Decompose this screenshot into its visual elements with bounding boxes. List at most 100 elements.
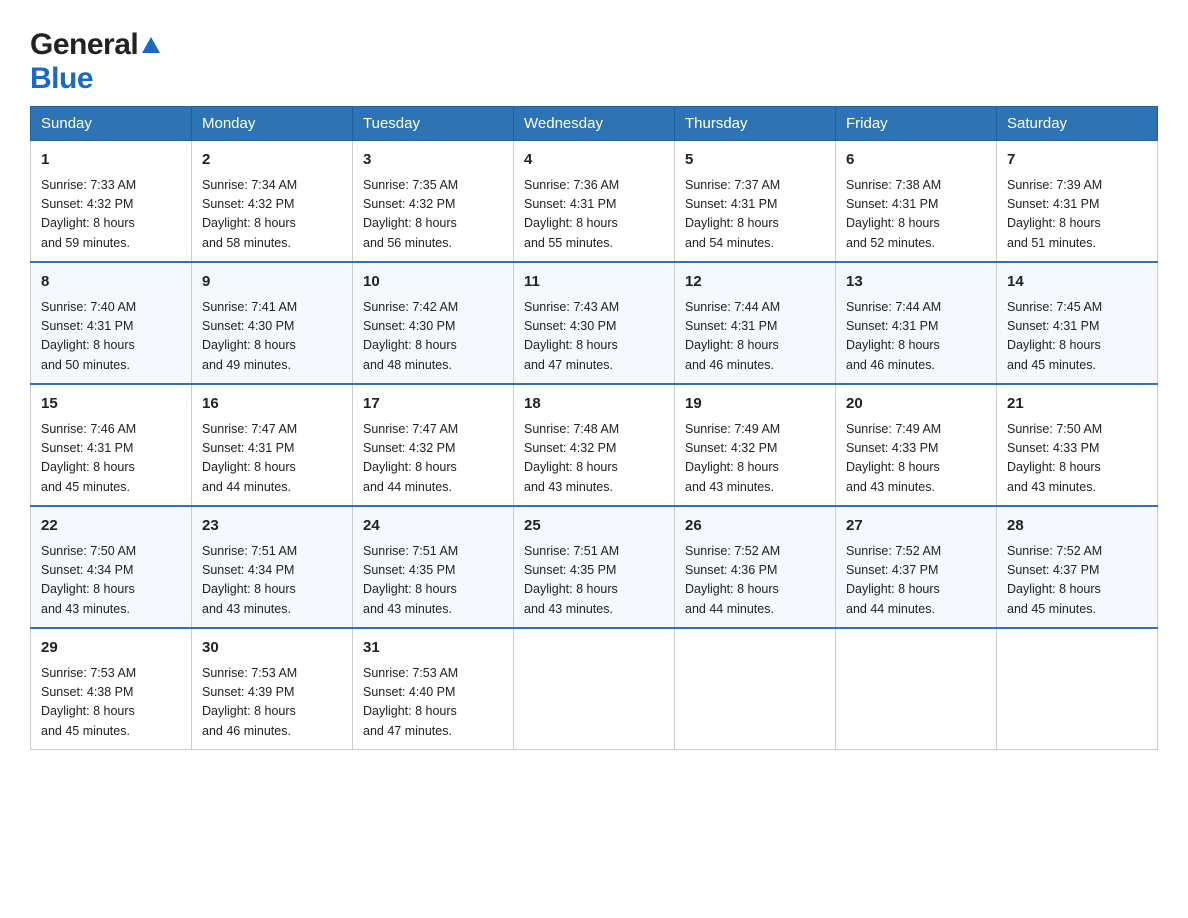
- logo-triangle-icon: [142, 37, 160, 58]
- calendar-cell: 11 Sunrise: 7:43 AMSunset: 4:30 PMDayligh…: [514, 262, 675, 384]
- day-info: Sunrise: 7:40 AMSunset: 4:31 PMDaylight:…: [41, 298, 181, 376]
- day-number: 5: [685, 149, 825, 172]
- day-info: Sunrise: 7:41 AMSunset: 4:30 PMDaylight:…: [202, 298, 342, 376]
- day-number: 1: [41, 149, 181, 172]
- day-number: 2: [202, 149, 342, 172]
- logo-blue-text: Blue: [30, 62, 93, 95]
- calendar-cell: 24 Sunrise: 7:51 AMSunset: 4:35 PMDayligh…: [353, 506, 514, 628]
- logo: General Blue: [30, 20, 160, 96]
- weekday-header-row: SundayMondayTuesdayWednesdayThursdayFrid…: [31, 107, 1158, 141]
- day-info: Sunrise: 7:36 AMSunset: 4:31 PMDaylight:…: [524, 176, 664, 254]
- calendar-cell: 12 Sunrise: 7:44 AMSunset: 4:31 PMDayligh…: [675, 262, 836, 384]
- day-number: 30: [202, 637, 342, 660]
- calendar-cell: 21 Sunrise: 7:50 AMSunset: 4:33 PMDayligh…: [997, 384, 1158, 506]
- calendar-cell: 28 Sunrise: 7:52 AMSunset: 4:37 PMDayligh…: [997, 506, 1158, 628]
- calendar-cell: 23 Sunrise: 7:51 AMSunset: 4:34 PMDayligh…: [192, 506, 353, 628]
- day-number: 31: [363, 637, 503, 660]
- day-info: Sunrise: 7:45 AMSunset: 4:31 PMDaylight:…: [1007, 298, 1147, 376]
- day-info: Sunrise: 7:51 AMSunset: 4:35 PMDaylight:…: [524, 542, 664, 620]
- calendar-cell: 20Sunrise: 7:49 AMSunset: 4:33 PMDayligh…: [836, 384, 997, 506]
- day-info: Sunrise: 7:50 AMSunset: 4:34 PMDaylight:…: [41, 542, 181, 620]
- day-number: 12: [685, 271, 825, 294]
- calendar-cell: 16Sunrise: 7:47 AMSunset: 4:31 PMDayligh…: [192, 384, 353, 506]
- day-number: 14: [1007, 271, 1147, 294]
- calendar-cell: 10 Sunrise: 7:42 AMSunset: 4:30 PMDayligh…: [353, 262, 514, 384]
- day-info: Sunrise: 7:47 AMSunset: 4:32 PMDaylight:…: [363, 420, 503, 498]
- day-info: Sunrise: 7:52 AMSunset: 4:37 PMDaylight:…: [1007, 542, 1147, 620]
- weekday-header-friday: Friday: [836, 107, 997, 141]
- day-number: 4: [524, 149, 664, 172]
- calendar-cell: 9 Sunrise: 7:41 AMSunset: 4:30 PMDaylight…: [192, 262, 353, 384]
- calendar-cell: 18Sunrise: 7:48 AMSunset: 4:32 PMDayligh…: [514, 384, 675, 506]
- day-number: 13: [846, 271, 986, 294]
- calendar-cell: 17Sunrise: 7:47 AMSunset: 4:32 PMDayligh…: [353, 384, 514, 506]
- day-info: Sunrise: 7:34 AMSunset: 4:32 PMDaylight:…: [202, 176, 342, 254]
- day-number: 27: [846, 515, 986, 538]
- day-number: 6: [846, 149, 986, 172]
- calendar-week-row: 29 Sunrise: 7:53 AMSunset: 4:38 PMDayligh…: [31, 628, 1158, 750]
- day-info: Sunrise: 7:53 AMSunset: 4:39 PMDaylight:…: [202, 664, 342, 742]
- calendar-week-row: 15 Sunrise: 7:46 AMSunset: 4:31 PMDayligh…: [31, 384, 1158, 506]
- day-info: Sunrise: 7:46 AMSunset: 4:31 PMDaylight:…: [41, 420, 181, 498]
- calendar-cell: 26 Sunrise: 7:52 AMSunset: 4:36 PMDayligh…: [675, 506, 836, 628]
- day-info: Sunrise: 7:42 AMSunset: 4:30 PMDaylight:…: [363, 298, 503, 376]
- calendar-cell: 7 Sunrise: 7:39 AMSunset: 4:31 PMDaylight…: [997, 141, 1158, 263]
- day-info: Sunrise: 7:50 AMSunset: 4:33 PMDaylight:…: [1007, 420, 1147, 498]
- weekday-header-thursday: Thursday: [675, 107, 836, 141]
- day-info: Sunrise: 7:51 AMSunset: 4:34 PMDaylight:…: [202, 542, 342, 620]
- day-number: 24: [363, 515, 503, 538]
- day-number: 20: [846, 393, 986, 416]
- calendar-cell: 6 Sunrise: 7:38 AMSunset: 4:31 PMDaylight…: [836, 141, 997, 263]
- calendar-cell: 27 Sunrise: 7:52 AMSunset: 4:37 PMDayligh…: [836, 506, 997, 628]
- logo-general-text: General: [30, 28, 138, 62]
- day-number: 10: [363, 271, 503, 294]
- calendar-cell: 30 Sunrise: 7:53 AMSunset: 4:39 PMDayligh…: [192, 628, 353, 750]
- day-number: 8: [41, 271, 181, 294]
- day-info: Sunrise: 7:44 AMSunset: 4:31 PMDaylight:…: [846, 298, 986, 376]
- weekday-header-monday: Monday: [192, 107, 353, 141]
- calendar-cell: 31Sunrise: 7:53 AMSunset: 4:40 PMDayligh…: [353, 628, 514, 750]
- day-info: Sunrise: 7:39 AMSunset: 4:31 PMDaylight:…: [1007, 176, 1147, 254]
- day-number: 11: [524, 271, 664, 294]
- day-number: 15: [41, 393, 181, 416]
- day-info: Sunrise: 7:33 AMSunset: 4:32 PMDaylight:…: [41, 176, 181, 254]
- calendar-week-row: 1 Sunrise: 7:33 AMSunset: 4:32 PMDaylight…: [31, 141, 1158, 263]
- day-info: Sunrise: 7:52 AMSunset: 4:36 PMDaylight:…: [685, 542, 825, 620]
- day-info: Sunrise: 7:49 AMSunset: 4:32 PMDaylight:…: [685, 420, 825, 498]
- calendar-week-row: 8 Sunrise: 7:40 AMSunset: 4:31 PMDaylight…: [31, 262, 1158, 384]
- calendar-cell: 2 Sunrise: 7:34 AMSunset: 4:32 PMDaylight…: [192, 141, 353, 263]
- day-number: 29: [41, 637, 181, 660]
- calendar-cell: 5Sunrise: 7:37 AMSunset: 4:31 PMDaylight…: [675, 141, 836, 263]
- page-header: General Blue: [30, 20, 1158, 96]
- day-info: Sunrise: 7:38 AMSunset: 4:31 PMDaylight:…: [846, 176, 986, 254]
- day-info: Sunrise: 7:53 AMSunset: 4:38 PMDaylight:…: [41, 664, 181, 742]
- day-info: Sunrise: 7:43 AMSunset: 4:30 PMDaylight:…: [524, 298, 664, 376]
- weekday-header-sunday: Sunday: [31, 107, 192, 141]
- day-number: 19: [685, 393, 825, 416]
- weekday-header-wednesday: Wednesday: [514, 107, 675, 141]
- day-info: Sunrise: 7:44 AMSunset: 4:31 PMDaylight:…: [685, 298, 825, 376]
- calendar-cell: 15 Sunrise: 7:46 AMSunset: 4:31 PMDayligh…: [31, 384, 192, 506]
- calendar-cell: 14 Sunrise: 7:45 AMSunset: 4:31 PMDayligh…: [997, 262, 1158, 384]
- weekday-header-tuesday: Tuesday: [353, 107, 514, 141]
- calendar-week-row: 22 Sunrise: 7:50 AMSunset: 4:34 PMDayligh…: [31, 506, 1158, 628]
- day-info: Sunrise: 7:51 AMSunset: 4:35 PMDaylight:…: [363, 542, 503, 620]
- day-number: 22: [41, 515, 181, 538]
- day-number: 28: [1007, 515, 1147, 538]
- day-number: 16: [202, 393, 342, 416]
- calendar-cell: 19 Sunrise: 7:49 AMSunset: 4:32 PMDayligh…: [675, 384, 836, 506]
- day-number: 23: [202, 515, 342, 538]
- weekday-header-saturday: Saturday: [997, 107, 1158, 141]
- day-info: Sunrise: 7:48 AMSunset: 4:32 PMDaylight:…: [524, 420, 664, 498]
- calendar-table: SundayMondayTuesdayWednesdayThursdayFrid…: [30, 106, 1158, 750]
- calendar-cell: 8 Sunrise: 7:40 AMSunset: 4:31 PMDaylight…: [31, 262, 192, 384]
- calendar-cell: 22 Sunrise: 7:50 AMSunset: 4:34 PMDayligh…: [31, 506, 192, 628]
- day-info: Sunrise: 7:35 AMSunset: 4:32 PMDaylight:…: [363, 176, 503, 254]
- calendar-cell: 29 Sunrise: 7:53 AMSunset: 4:38 PMDayligh…: [31, 628, 192, 750]
- day-number: 9: [202, 271, 342, 294]
- day-number: 21: [1007, 393, 1147, 416]
- day-number: 7: [1007, 149, 1147, 172]
- day-info: Sunrise: 7:52 AMSunset: 4:37 PMDaylight:…: [846, 542, 986, 620]
- calendar-cell: 3Sunrise: 7:35 AMSunset: 4:32 PMDaylight…: [353, 141, 514, 263]
- day-number: 26: [685, 515, 825, 538]
